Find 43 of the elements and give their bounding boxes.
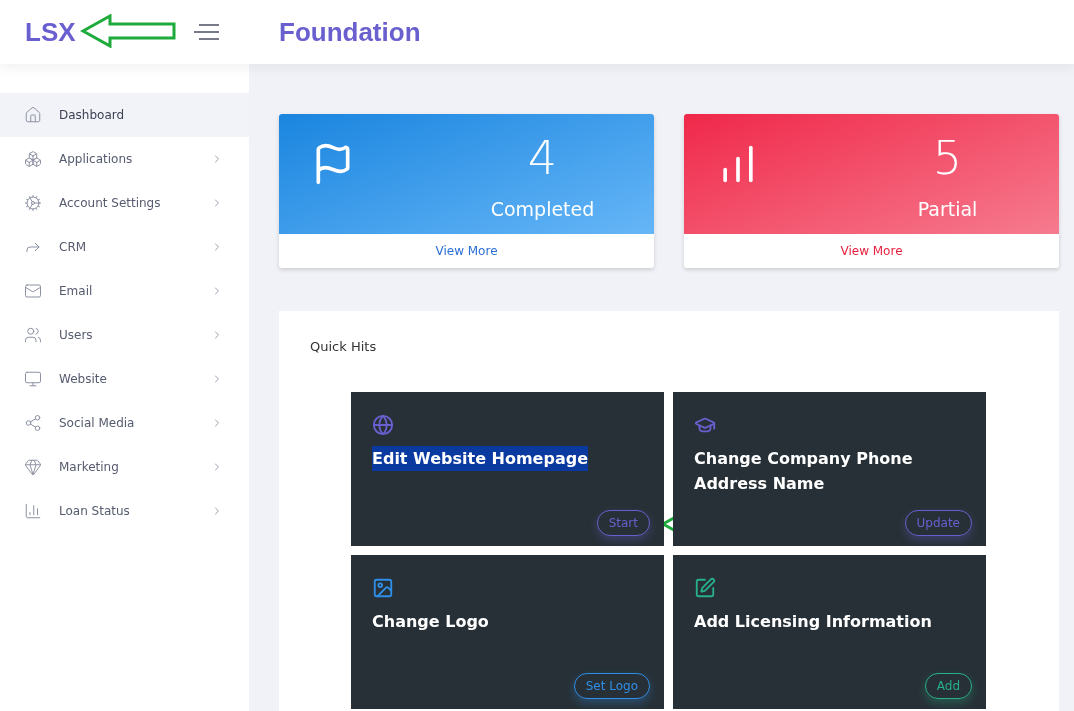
sidebar-item[interactable]: CRM: [0, 225, 249, 269]
users-icon: [24, 326, 42, 344]
sidebar-label: Website: [59, 372, 108, 386]
gear-icon: [24, 194, 42, 212]
stat-value: 4: [527, 130, 558, 186]
view-more-link[interactable]: View More: [279, 234, 654, 268]
monitor-icon: [24, 370, 42, 388]
sidebar-item[interactable]: Account Settings: [0, 181, 249, 225]
sidebar-item[interactable]: Loan Status: [0, 489, 249, 533]
brand-logo: LSX: [25, 16, 76, 48]
sidebar-item[interactable]: Email: [0, 269, 249, 313]
sidebar-label: Applications: [59, 152, 134, 166]
sidebar-label: Email: [59, 284, 94, 298]
sidebar-item[interactable]: Dashboard: [0, 93, 249, 137]
sidebar-item[interactable]: Marketing: [0, 445, 249, 489]
sidebar-item[interactable]: Applications: [0, 137, 249, 181]
sidebar-label: Dashboard: [59, 108, 126, 122]
stat-label: Partial: [917, 198, 978, 220]
gem-icon: [24, 458, 42, 476]
sidebar-item[interactable]: Website: [0, 357, 249, 401]
home-icon: [24, 106, 42, 124]
sidebar-label: Marketing: [59, 460, 120, 474]
sidebar-item[interactable]: Social Media: [0, 401, 249, 445]
sidebar-label: Users: [59, 328, 94, 342]
bar-chart-icon: [24, 502, 42, 520]
sidebar-label: Social Media: [59, 416, 136, 430]
card-title: Change Company Phone Address Name: [694, 448, 914, 495]
mail-icon: [24, 282, 42, 300]
page-title: Foundation: [279, 16, 421, 48]
card-title: Add Licensing Information: [694, 611, 932, 633]
annotation-arrow-icon: [80, 13, 178, 48]
stat-label: Completed: [490, 198, 595, 220]
share-icon: [24, 414, 42, 432]
sidebar-item[interactable]: Users: [0, 313, 249, 357]
boxes-icon: [24, 150, 42, 168]
stat-value: 5: [932, 130, 963, 186]
sidebar-label: CRM: [59, 240, 88, 254]
sidebar-label: Account Settings: [59, 196, 162, 210]
sidebar-label: Loan Status: [59, 504, 131, 518]
card-title: Change Logo: [372, 611, 489, 633]
panel-title: Quick Hits: [310, 339, 378, 354]
menu-icon[interactable]: [193, 23, 221, 41]
view-more-link[interactable]: View More: [684, 234, 1059, 268]
